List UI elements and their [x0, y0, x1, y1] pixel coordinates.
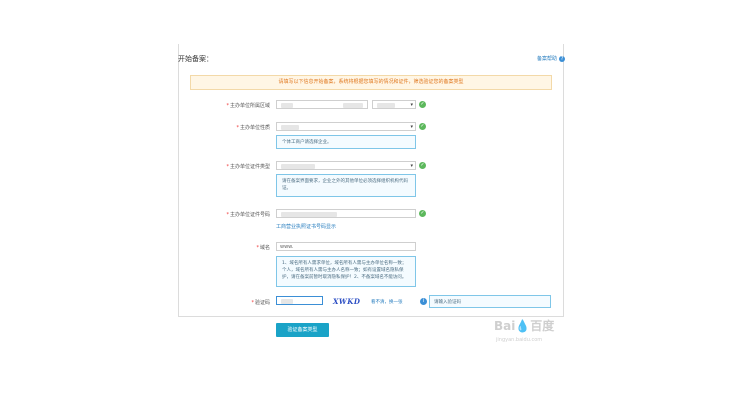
cert-type-label: *主办单位证件类型 — [226, 164, 270, 170]
cert-type-hint: 请在备案界面要求，企业之外的其他单位必须选择组织机构代码证。 — [276, 174, 416, 197]
chevron-down-icon: ▾ — [410, 163, 413, 169]
page-title: 开始备案： — [178, 55, 213, 63]
baidu-watermark: Bai💧百度 jingyan.baidu.com — [494, 319, 555, 343]
info-icon: i — [420, 298, 427, 305]
region-select-city[interactable]: ▾ — [372, 100, 416, 109]
nature-label: *主办单位性质 — [236, 125, 270, 131]
domain-hint: 1、域名所有人需求单位，域名所有人需与主办单位名称一致；个人，域名所有人需与主办… — [276, 256, 416, 287]
help-link[interactable]: 备案帮助 ? — [537, 55, 566, 62]
captcha-label: *验证码 — [251, 300, 270, 306]
help-label: 备案帮助 — [537, 56, 558, 62]
region-label: *主办单位所属区域 — [226, 103, 270, 109]
check-icon: ✓ — [419, 101, 426, 108]
region-select-province[interactable] — [276, 100, 368, 109]
captcha-refresh-link[interactable]: 看不清，换一张 — [371, 299, 403, 305]
question-circle-icon: ? — [559, 55, 566, 62]
nature-select[interactable]: ▾ — [276, 122, 416, 131]
domain-label: *域名 — [256, 245, 270, 251]
captcha-tip: 请输入验证码 — [429, 295, 551, 308]
chevron-down-icon: ▾ — [410, 102, 413, 108]
cert-no-label: *主办单位证件号码 — [226, 212, 270, 218]
cert-no-link[interactable]: 工商营业执照证书号码显示 — [276, 223, 336, 230]
cert-no-input[interactable] — [276, 209, 416, 218]
notice-banner: 请填写以下信息开始备案，系统将根据您填写的情况和证件，筛选验证您的备案类型 — [190, 75, 552, 90]
check-icon: ✓ — [419, 210, 426, 217]
check-icon: ✓ — [419, 123, 426, 130]
verify-type-button[interactable]: 验证备案类型 — [276, 323, 329, 337]
nature-hint: 个体工商户请选择企业。 — [276, 135, 416, 149]
cert-type-select[interactable]: ▾ — [276, 161, 416, 170]
domain-input[interactable]: www. — [276, 242, 416, 251]
captcha-input[interactable] — [276, 296, 323, 305]
check-icon: ✓ — [419, 162, 426, 169]
chevron-down-icon: ▾ — [410, 124, 413, 130]
captcha-image[interactable]: XWKD — [333, 297, 360, 306]
